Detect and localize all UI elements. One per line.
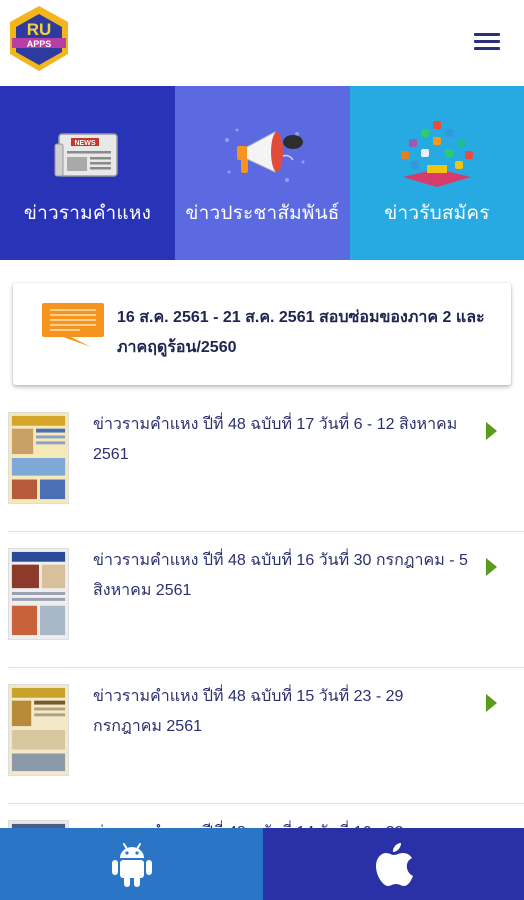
- android-icon: [111, 843, 152, 887]
- news-thumbnail: [8, 684, 69, 776]
- news-item[interactable]: ข่าวรามคำแหง ปีที่ 48 ฉบับที่ 16 วันที่ …: [0, 532, 524, 668]
- news-title: ข่าวรามคำแหง ปีที่ 48 ฉบับที่ 15 วันที่ …: [93, 688, 404, 735]
- hamburger-menu-icon[interactable]: [470, 28, 504, 56]
- chevron-right-icon: [486, 694, 497, 712]
- news-title: ข่าวรามคำแหง ปีที่ 48 ฉบับที่ 17 วันที่ …: [93, 416, 458, 463]
- ru-apps-logo[interactable]: RU APPS: [6, 4, 72, 74]
- announcement-card[interactable]: 16 ส.ค. 2561 - 21 ส.ค. 2561 สอบซ่อมของภา…: [13, 283, 511, 385]
- news-title: ข่าวรามคำแหง ปีที่ 48 ฉบับที่ 16 วันที่ …: [93, 552, 468, 599]
- svg-text:NEWS: NEWS: [74, 140, 95, 147]
- tile-label: ข่าวประชาสัมพันธ์: [185, 203, 340, 224]
- megaphone-icon: [175, 120, 350, 190]
- announcement-text: 16 ส.ค. 2561 - 21 ส.ค. 2561 สอบซ่อมของภา…: [117, 309, 485, 356]
- android-store-button[interactable]: [0, 828, 263, 900]
- tile-label: ข่าวรามคำแหง: [23, 203, 152, 224]
- social-apps-icon: [350, 120, 524, 190]
- tile-pr-news[interactable]: ข่าวประชาสัมพันธ์: [175, 86, 350, 260]
- chevron-right-icon: [486, 422, 497, 440]
- category-tiles: NEWS ข่าวรามคำแหง ข่าวประชาสัมพันธ์ ข่าว…: [0, 86, 524, 260]
- tile-ram-news[interactable]: NEWS ข่าวรามคำแหง: [0, 86, 175, 260]
- tile-admission-news[interactable]: ข่าวรับสมัคร: [350, 86, 524, 260]
- news-thumbnail: [8, 548, 69, 640]
- svg-text:APPS: APPS: [27, 39, 52, 49]
- apple-store-button[interactable]: [263, 828, 524, 900]
- news-item[interactable]: ข่าวรามคำแหง ปีที่ 48 ฉบับที่ 15 วันที่ …: [0, 668, 524, 804]
- speech-bubble-icon: [42, 303, 104, 347]
- chevron-right-icon: [486, 558, 497, 576]
- apple-icon: [375, 843, 413, 886]
- news-thumbnail: [8, 412, 69, 504]
- tile-label: ข่าวรับสมัคร: [384, 203, 490, 224]
- newspaper-icon: NEWS: [0, 120, 175, 190]
- store-bar: [0, 828, 524, 900]
- app-header: RU APPS: [0, 0, 524, 86]
- svg-text:RU: RU: [27, 20, 52, 39]
- news-item[interactable]: ข่าวรามคำแหง ปีที่ 48 ฉบับที่ 17 วันที่ …: [0, 396, 524, 532]
